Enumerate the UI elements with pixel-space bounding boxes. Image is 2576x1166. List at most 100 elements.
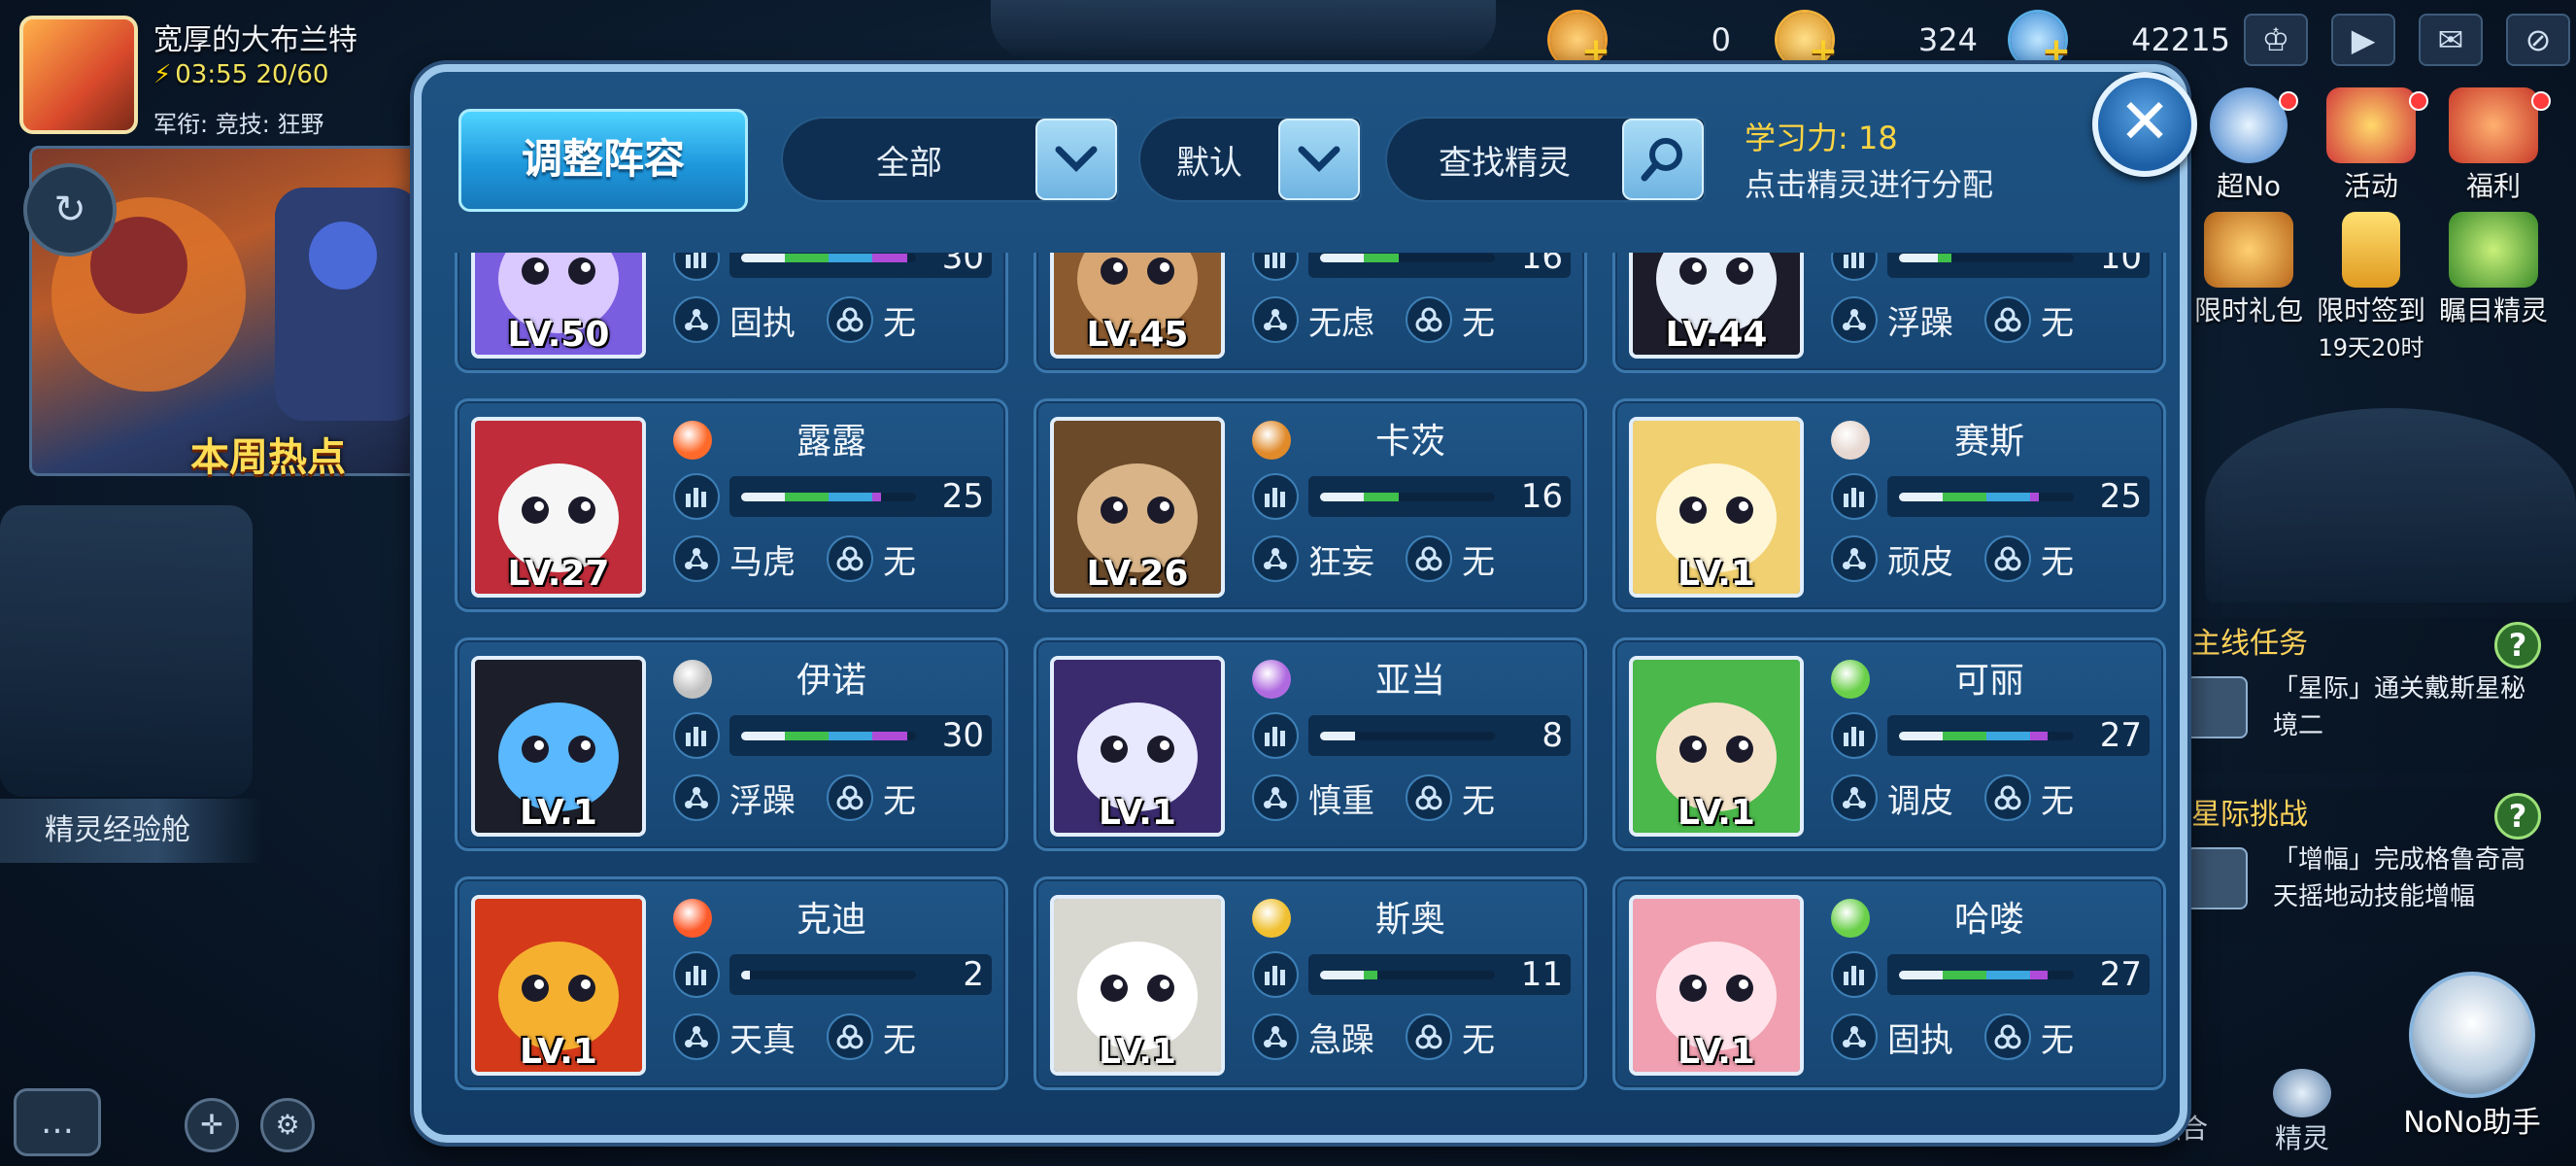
pet-card[interactable]: LV.1 哈喽 27 固执 无	[1612, 876, 2166, 1090]
pet-nature: 调皮	[1887, 781, 1953, 821]
search-icon[interactable]	[1622, 119, 1704, 200]
pet-card[interactable]: LV.1 可丽 27 调皮 无	[1612, 637, 2166, 851]
chevron-down-icon[interactable]	[1035, 119, 1117, 200]
task-main[interactable]: 主线任务? 「星际」通关戴斯星秘 境二	[2166, 618, 2576, 773]
player-name: 宽厚的大布兰特	[153, 23, 357, 57]
task-challenge[interactable]: 星际挑战? 「增幅」完成格鲁奇高 天摇地动技能增幅	[2166, 789, 2576, 944]
pet-grid: LV.50 阿克希亚 30 固执 无	[451, 253, 2166, 1090]
nature-icon	[1831, 1013, 1878, 1060]
mail-icon[interactable]: ✉	[2419, 14, 2483, 66]
pet-portrait[interactable]: LV.50	[471, 253, 646, 359]
player-panel[interactable]: 宽厚的大布兰特 ⚡ 03:55 20/60 军衔: 竞技: 狂野	[19, 10, 437, 146]
pet-name: 可丽	[1953, 661, 2024, 701]
pet-card[interactable]: LV.1 伊诺 30 浮躁 无	[455, 637, 1008, 851]
menu-activity[interactable]: 活动	[2308, 87, 2434, 204]
compass-icon[interactable]: ✛	[185, 1098, 239, 1152]
talent-bar-segment	[1320, 493, 1364, 501]
help-icon[interactable]: ?	[2494, 622, 2541, 669]
pet-card[interactable]: LV.27 露露 25 马虎 无	[455, 398, 1008, 612]
pet-portrait[interactable]: LV.26	[1050, 417, 1225, 598]
talent-row: 27	[1831, 947, 2152, 1002]
nature-icon	[1252, 535, 1299, 582]
pet-portrait[interactable]: LV.1	[471, 656, 646, 837]
nono-assistant[interactable]: NoNo助手	[2390, 972, 2555, 1166]
pet-grid-viewport[interactable]: LV.50 阿克希亚 30 固执 无	[451, 253, 2166, 1127]
sort-dropdown[interactable]: 默认	[1138, 117, 1362, 202]
talent-bar-segment	[741, 971, 750, 979]
pet-card[interactable]: LV.1 克迪 2 天真 无	[455, 876, 1008, 1090]
chevron-down-icon[interactable]	[1278, 119, 1360, 200]
currency-gold[interactable]: + 324	[1778, 12, 1978, 71]
pet-name: 哈喽	[1953, 900, 2024, 940]
pet-portrait[interactable]: LV.27	[471, 417, 646, 598]
talent-bar-segment	[741, 493, 785, 501]
talent-row: 25	[673, 469, 994, 524]
mark-icon	[1406, 1013, 1452, 1060]
pet-mark: 无	[883, 542, 916, 582]
search-pet-box[interactable]: 查找精灵	[1385, 117, 1706, 202]
pet-portrait[interactable]: LV.44	[1629, 253, 1804, 359]
menu-super-no[interactable]: 超No	[2186, 87, 2312, 204]
talent-bar: 2	[729, 954, 992, 995]
play-icon[interactable]: ▶	[2331, 14, 2395, 66]
pet-card[interactable]: LV.1 赛斯 25 顽皮 无	[1612, 398, 2166, 612]
type-filter-value: 全部	[876, 143, 942, 183]
pet-nature: 急躁	[1308, 1020, 1374, 1060]
pet-card[interactable]: LV.1 亚当 8 慎重 无	[1034, 637, 1587, 851]
avatar[interactable]	[19, 16, 138, 134]
refresh-icon[interactable]: ↻	[23, 163, 117, 257]
gift-icon	[2449, 87, 2538, 163]
adjust-team-button[interactable]: 调整阵容	[458, 109, 748, 212]
currency-diamond[interactable]: + 0	[1550, 12, 1731, 71]
close-button[interactable]: ✕	[2092, 72, 2197, 177]
currency-value: 324	[1917, 21, 1978, 58]
energy-icon: ⚡	[153, 60, 172, 89]
chat-icon[interactable]: …	[14, 1088, 101, 1156]
menu-limited-pack[interactable]: 限时礼包	[2186, 212, 2312, 328]
pet-card[interactable]: LV.50 阿克希亚 30 固执 无	[455, 253, 1008, 373]
nature-row: 狂妄 无	[1252, 532, 1573, 586]
pet-portrait[interactable]: LV.1	[1629, 656, 1804, 837]
currency-crystal[interactable]: + 42215	[2011, 12, 2230, 71]
learning-power-hint: 点击精灵进行分配	[1745, 166, 1994, 203]
pet-nature: 浮躁	[729, 781, 796, 821]
task-icon	[2186, 847, 2248, 909]
trophy-icon[interactable]: ♔	[2244, 14, 2308, 66]
pet-mark: 无	[1462, 303, 1495, 343]
no-sound-icon[interactable]: ⊘	[2506, 14, 2570, 66]
pet-portrait[interactable]: LV.1	[1629, 895, 1804, 1076]
pet-portrait[interactable]: LV.1	[1629, 417, 1804, 598]
pet-nature: 浮躁	[1887, 303, 1953, 343]
menu-limited-signin[interactable]: 限时签到 19天20时	[2308, 212, 2434, 362]
talent-value: 16	[1520, 477, 1563, 516]
pet-name: 亚当	[1374, 661, 1445, 701]
pet-card[interactable]: LV.44 克罗达 10 浮躁 无	[1612, 253, 2166, 373]
menu-label: 活动	[2343, 170, 2398, 202]
talent-bar-fill	[1899, 254, 2074, 262]
pet-portrait[interactable]: LV.1	[1050, 656, 1225, 837]
talent-bar-fill	[1899, 971, 2074, 979]
mark-icon	[1406, 535, 1452, 582]
pet-name: 赛斯	[1953, 422, 2024, 462]
pet-card[interactable]: LV.1 斯奥 11 急躁 无	[1034, 876, 1587, 1090]
talent-value: 30	[941, 253, 984, 277]
element-icon	[1252, 660, 1291, 699]
pet-portrait[interactable]: LV.1	[471, 895, 646, 1076]
nature-icon	[673, 296, 720, 343]
menu-featured-pet[interactable]: 瞩目精灵	[2430, 212, 2557, 328]
help-icon[interactable]: ?	[2494, 793, 2541, 840]
type-filter-dropdown[interactable]: 全部	[781, 117, 1119, 202]
pet-portrait[interactable]: LV.45	[1050, 253, 1225, 359]
pet-level: LV.1	[1678, 1032, 1755, 1072]
pet-portrait[interactable]: LV.1	[1050, 895, 1225, 1076]
nav-pets[interactable]: 精灵	[2254, 1069, 2351, 1166]
pet-card[interactable]: LV.26 卡茨 16 狂妄 无	[1034, 398, 1587, 612]
menu-welfare[interactable]: 福利	[2430, 87, 2557, 204]
talent-bar: 30	[729, 715, 992, 756]
talent-bar-segment	[872, 254, 907, 262]
pet-mark: 无	[2041, 542, 2074, 582]
talent-bar-segment	[829, 732, 872, 740]
gear-icon[interactable]: ⚙	[260, 1098, 315, 1152]
exp-pod-button[interactable]: 精灵经验舱	[0, 799, 262, 863]
pet-card[interactable]: LV.45 格鲁奇高 16 无虑 无	[1034, 253, 1587, 373]
